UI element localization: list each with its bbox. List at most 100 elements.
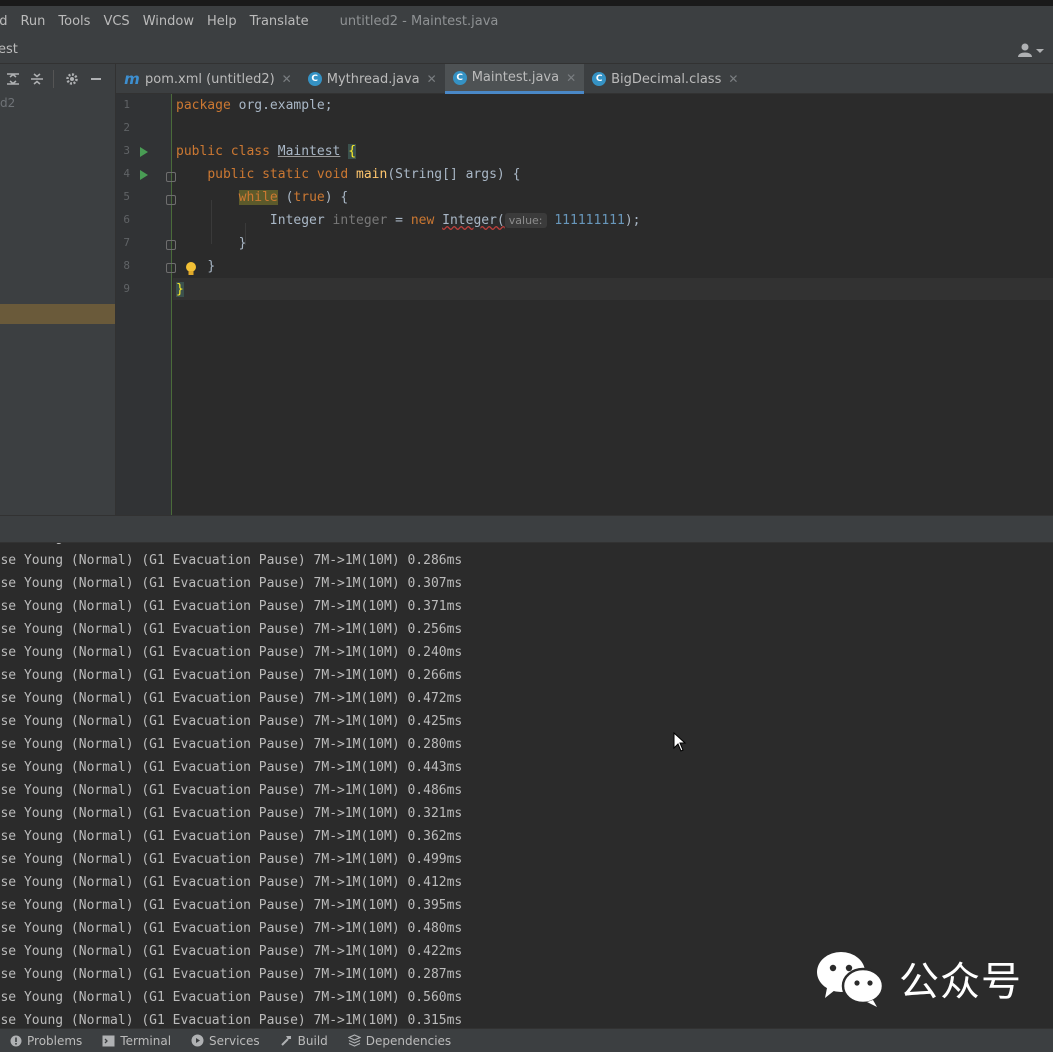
run-class-icon[interactable] — [140, 147, 148, 157]
menu-vcs[interactable]: VCS — [103, 14, 129, 29]
build-tool-button[interactable]: Build — [280, 1034, 328, 1048]
console-line: Pause Young (Normal) (G1 Evacuation Paus… — [0, 898, 463, 913]
code-line-9: } — [176, 282, 184, 297]
mouse-cursor-icon — [673, 731, 687, 752]
console-line: Pause Young (Normal) (G1 Evacuation Paus… — [0, 691, 463, 706]
fold-marker-icon[interactable] — [166, 240, 176, 250]
tab-bigdecimal-class[interactable]: C BigDecimal.class ✕ — [584, 64, 746, 94]
code-line-8: } — [207, 259, 216, 274]
console-line: Pause Young (Normal) (G1 Evacuation Paus… — [0, 645, 463, 660]
menu-build[interactable]: ild — [0, 14, 7, 29]
project-toolbar — [0, 64, 116, 94]
close-icon[interactable]: ✕ — [282, 72, 292, 86]
code-line-5: while (true) { — [238, 190, 349, 205]
toolbar-separator — [53, 70, 54, 88]
status-item-label: Dependencies — [365, 1033, 452, 1048]
tab-mythread-java[interactable]: C Mythread.java ✕ — [300, 64, 445, 94]
collapse-all-icon[interactable] — [26, 68, 48, 90]
tool-window-header[interactable] — [0, 515, 1053, 543]
parameter-hint: value: — [504, 213, 547, 228]
terminal-icon — [102, 1035, 115, 1047]
tab-label: Mythread.java — [326, 71, 420, 87]
menu-window[interactable]: Window — [143, 14, 194, 29]
console-line: Pause Young (Normal) (G1 Evacuation Paus… — [0, 599, 463, 614]
watermark: 公众号 — [815, 948, 1050, 1008]
code-line-1: package org.example; — [176, 98, 333, 113]
project-selected-row[interactable] — [0, 304, 115, 324]
console-line: Pause Young (Normal) (G1 Evacuation Paus… — [0, 944, 463, 959]
line-number: 7 — [123, 236, 130, 249]
console-line: Pause Young (Normal) (G1 Evacuation Paus… — [0, 852, 463, 867]
console-line: Pause Young (Normal) (G1 Evacuation Paus… — [0, 760, 463, 775]
tab-maintest-java[interactable]: C Maintest.java ✕ — [444, 64, 585, 94]
fold-marker-icon[interactable] — [166, 172, 176, 182]
problems-icon — [10, 1035, 22, 1047]
console-line: Pause Young (Normal) (G1 Evacuation Paus… — [0, 875, 463, 890]
tab-label: BigDecimal.class — [611, 71, 722, 87]
project-tree-item[interactable]: d2 — [0, 96, 15, 110]
status-item-label: Problems — [27, 1033, 83, 1048]
run-main-icon[interactable] — [140, 170, 148, 180]
menu-run[interactable]: Run — [20, 14, 45, 29]
dependencies-tool-button[interactable]: Dependencies — [347, 1033, 452, 1048]
menu-help[interactable]: Help — [207, 14, 237, 29]
terminal-tool-button[interactable]: Terminal — [102, 1034, 171, 1048]
line-number: 3 — [123, 144, 130, 157]
expand-all-icon[interactable] — [2, 68, 24, 90]
line-number: 1 — [123, 98, 130, 111]
console-line: Pause Young (Normal) (G1 Evacuation Paus… — [0, 576, 463, 591]
wechat-logo-icon — [817, 952, 885, 1007]
menu-translate[interactable]: Translate — [250, 14, 309, 29]
console-line: Pause Young (Normal) (G1 Evacuation Paus… — [0, 806, 463, 821]
close-icon[interactable]: ✕ — [427, 72, 437, 86]
current-line-highlight — [173, 278, 1053, 300]
close-icon[interactable]: ✕ — [566, 71, 576, 85]
line-number: 6 — [123, 213, 130, 226]
dependencies-icon — [347, 1034, 361, 1047]
menu-bar: ild Run Tools VCS Window Help Translate … — [0, 6, 1053, 36]
class-icon: C — [452, 70, 467, 85]
console-line: Pause Young (Normal) (G1 Evacuation Paus… — [0, 829, 463, 844]
console-line: Pause Young (Normal) (G1 Evacuation Paus… — [0, 553, 463, 568]
code-line-4: public static void main(String[] args) { — [207, 167, 521, 182]
code-editor[interactable]: 1 2 3 4 5 6 7 8 9 package org.example; p… — [116, 94, 1053, 515]
console-line: Pause Young (Normal) (G1 Evacuation Paus… — [0, 737, 463, 752]
console-line: Pause Young (Normal) (G1 Evacuation Paus… — [0, 967, 463, 982]
tab-pom-xml[interactable]: m pom.xml (untitled2) ✕ — [116, 64, 300, 94]
navigation-bar: est — [0, 36, 1053, 64]
user-icon[interactable] — [1017, 42, 1045, 58]
line-number: 2 — [123, 121, 130, 134]
console-line: Pause Young (Normal) (G1 Evacuation Paus… — [0, 543, 462, 545]
window-title: untitled2 - Maintest.java — [339, 13, 499, 29]
console-line: Pause Young (Normal) (G1 Evacuation Paus… — [0, 668, 463, 683]
editor-gutter: 1 2 3 4 5 6 7 8 9 — [116, 94, 176, 515]
watermark-text: 公众号 — [899, 959, 1022, 1005]
status-item-label: Terminal — [120, 1033, 172, 1048]
services-icon — [191, 1034, 204, 1047]
close-icon[interactable]: ✕ — [728, 72, 738, 86]
services-tool-button[interactable]: Services — [191, 1034, 260, 1048]
tab-label: Maintest.java — [471, 70, 560, 85]
menu-tools[interactable]: Tools — [58, 14, 90, 29]
status-item-label: Services — [209, 1033, 260, 1048]
console-line: Pause Young (Normal) (G1 Evacuation Paus… — [0, 990, 463, 1005]
fold-marker-icon[interactable] — [166, 195, 176, 205]
line-number: 9 — [123, 282, 130, 295]
editor-tabs: m pom.xml (untitled2) ✕ C Mythread.java … — [116, 64, 1053, 94]
class-icon: C — [592, 72, 607, 86]
minimize-icon[interactable] — [85, 68, 107, 90]
problems-tool-button[interactable]: Problems — [10, 1034, 82, 1048]
console-line: Pause Young (Normal) (G1 Evacuation Paus… — [0, 714, 463, 729]
breadcrumb[interactable]: est — [0, 42, 18, 57]
status-bar: Problems Terminal Services Build Depende… — [0, 1028, 1053, 1052]
project-panel: d2 — [0, 64, 116, 515]
line-number: 4 — [123, 167, 130, 180]
fold-marker-icon[interactable] — [166, 263, 176, 273]
build-icon — [280, 1034, 293, 1047]
line-number: 8 — [123, 259, 130, 272]
console-line: Pause Young (Normal) (G1 Evacuation Paus… — [0, 921, 463, 936]
gear-icon[interactable] — [61, 68, 83, 90]
console-line: Pause Young (Normal) (G1 Evacuation Paus… — [0, 783, 463, 798]
status-item-label: Build — [297, 1033, 328, 1048]
class-icon: C — [307, 72, 322, 86]
